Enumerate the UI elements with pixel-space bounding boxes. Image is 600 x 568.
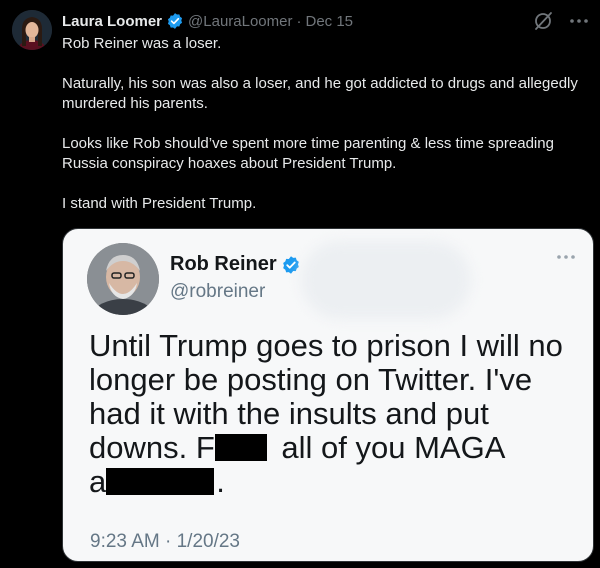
redaction-bar (106, 468, 215, 495)
post-paragraph-1: Rob Reiner was a loser. (62, 35, 222, 52)
embedded-name-row: Rob Reiner (170, 253, 301, 276)
post-paragraph-2: Naturally, his son was also a loser, and… (62, 75, 578, 112)
verified-badge-icon (167, 13, 183, 29)
embedded-avatar-photo (87, 243, 159, 315)
embedded-verified-badge-icon (282, 255, 299, 274)
embedded-text-part-4: . (216, 464, 225, 499)
post-date[interactable]: Dec 15 (305, 13, 353, 30)
author-display-name[interactable]: Laura Loomer (62, 13, 162, 30)
post-header: Laura Loomer @LauraLoomer · Dec 15 (62, 10, 353, 32)
embedded-timestamp: 9:23 AM · 1/20/23 (90, 531, 240, 552)
redaction-bar (214, 434, 267, 461)
embedded-tweet-text: Until Trump goes to prison I will no lon… (89, 329, 579, 499)
embedded-more-icon (557, 255, 575, 259)
post-actions-top (532, 10, 590, 32)
header-separator: · (296, 12, 302, 30)
avatar-photo (12, 10, 52, 50)
embedded-handle: @robreiner (170, 281, 266, 302)
embedded-display-name: Rob Reiner (170, 253, 277, 275)
embedded-text-part-3: a (89, 464, 107, 499)
more-icon[interactable] (568, 10, 590, 32)
blurred-region (301, 241, 471, 319)
author-avatar[interactable] (12, 10, 52, 50)
grok-icon[interactable] (532, 10, 554, 32)
author-handle[interactable]: @LauraLoomer (188, 13, 292, 30)
post-paragraph-3: Looks like Rob should’ve spent more time… (62, 135, 554, 172)
post-text: Rob Reiner was a loser. Naturally, his s… (62, 34, 587, 234)
post: Laura Loomer @LauraLoomer · Dec 15 Rob R… (0, 0, 600, 568)
embedded-text-part-2: all of you MAGA (272, 430, 506, 465)
embedded-author-avatar (87, 243, 159, 315)
post-paragraph-4: I stand with President Trump. (62, 195, 257, 212)
attached-image[interactable]: Rob Reiner @robreiner Until Trump goes t… (62, 228, 594, 562)
